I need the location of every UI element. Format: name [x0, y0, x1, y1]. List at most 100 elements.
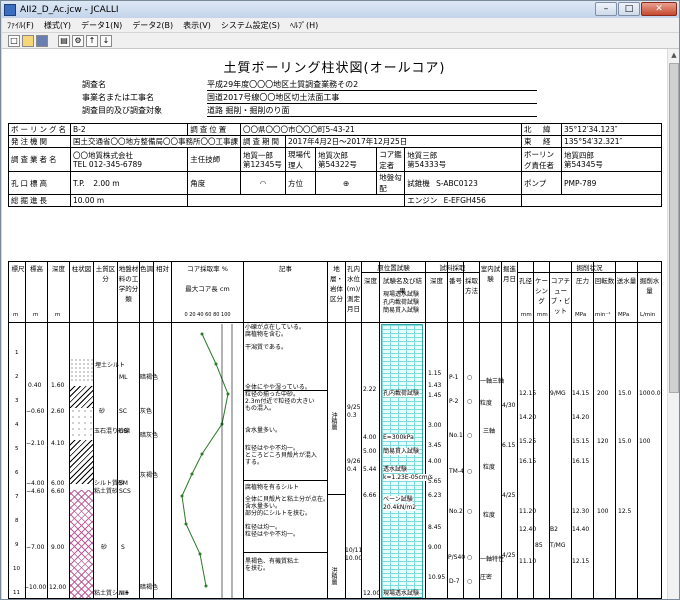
sample-method: ○	[467, 398, 473, 405]
sample-depth: 3.45	[428, 442, 442, 449]
drill-dia: 11.20	[519, 508, 537, 515]
sample-method: ○	[467, 578, 473, 585]
menu-system-settings[interactable]: システム設定(S)	[216, 18, 285, 33]
layer-code: MH	[119, 590, 129, 597]
new-doc-icon[interactable]: □	[8, 34, 20, 47]
save-icon[interactable]	[36, 34, 48, 47]
dig-date: 4/25	[502, 552, 516, 559]
water-level: 0.4	[347, 466, 357, 473]
indoor-test: 粒度	[483, 512, 496, 519]
open-folder-icon[interactable]	[22, 34, 34, 47]
core-rate-graph	[180, 324, 233, 598]
col-test-depth: 深度	[364, 277, 377, 285]
unit-label: L/min	[640, 312, 656, 318]
col-elevation: 標高	[30, 265, 43, 273]
scale-tick: 1	[15, 350, 19, 356]
company-value: 〇〇地質株式会社	[73, 150, 133, 160]
total-depth-value: 10.00 m	[69, 194, 189, 207]
up-arrow-icon[interactable]: ↑	[86, 34, 98, 47]
water-level: 0.3	[347, 412, 357, 419]
vertical-scrollbar[interactable]: ▲	[667, 49, 679, 599]
close-button[interactable]: ✕	[641, 2, 677, 16]
scale-tick: 7	[15, 494, 19, 500]
scroll-thumb[interactable]	[669, 63, 679, 393]
layer-elev: −0.60	[26, 408, 45, 415]
info-label: コア鑑定者	[376, 147, 406, 172]
app-window: AII2_D_Ac.jcw - JCALLI – □ ✕ ﾌｧｲﾙ(F) 様式(…	[0, 0, 680, 600]
col-return: 掘削水量	[639, 277, 660, 295]
site-agent-cell: 地質次郎 第54322号	[314, 147, 378, 172]
sample-no: P-1	[449, 374, 459, 381]
settings-icon[interactable]: ⚙	[72, 34, 84, 47]
scroll-up-icon[interactable]: ▲	[668, 49, 680, 61]
engine-cell: エンジン E-EFGH456	[404, 194, 522, 207]
print-icon[interactable]: ▤	[58, 34, 70, 47]
location-value: 〇〇県〇〇〇市〇〇〇町5-43-21	[240, 123, 522, 136]
drill-speed: 120	[597, 438, 609, 445]
layer-depth: 4.10	[51, 440, 65, 447]
scale-tick: 6	[15, 470, 19, 476]
menu-bar: ﾌｧｲﾙ(F) 様式(Y) データ1(N) データ2(B) 表示(V) システム…	[2, 18, 679, 33]
col-description: 記事	[279, 265, 292, 273]
desc-line: 2.3m付近で粒径の大きい	[245, 398, 315, 405]
layer-code: ML	[119, 374, 128, 381]
layer-elev: −2.10	[26, 440, 45, 447]
layer-depth: 6.60	[51, 488, 65, 495]
sample-depth: 1.15	[428, 370, 442, 377]
info-label: 方位	[285, 171, 316, 195]
longitude-value: 135°54′32.321″	[561, 135, 662, 148]
site-agent-no: 第54322号	[318, 159, 357, 169]
col-dig-date: 掘進月日	[503, 265, 516, 283]
test-name: 現場透水試験	[383, 590, 420, 597]
menu-data2[interactable]: データ2(B)	[127, 18, 178, 33]
header-value: 平成29年度〇〇〇地区土質調査業務その2	[207, 79, 537, 91]
menu-data1[interactable]: データ1(N)	[76, 18, 127, 33]
toolbar: □ ▤ ⚙ ↑ ↓	[2, 33, 679, 49]
drill-pressure: 14.40	[572, 526, 590, 533]
drill-pressure: 15.15	[572, 438, 590, 445]
layer-code: GS	[119, 428, 128, 435]
desc-line: 含水量多い。	[245, 503, 282, 510]
water-level: 9/25	[347, 404, 361, 411]
menu-format[interactable]: 様式(Y)	[39, 18, 76, 33]
unit-label: m	[55, 312, 61, 318]
col-sample-depth: 深度	[430, 277, 443, 285]
menu-file[interactable]: ﾌｧｲﾙ(F)	[2, 18, 39, 33]
test-name: E=300kPa	[383, 434, 414, 441]
col-sample-title: 試料採取	[439, 264, 466, 272]
indoor-test: 一軸三軸	[480, 378, 505, 385]
geology-label: 沖積層	[330, 412, 337, 430]
minimize-button[interactable]: –	[595, 2, 617, 16]
sample-method: ○	[467, 554, 473, 561]
company-cell: 〇〇地質株式会社 TEL 012-345-6789	[69, 147, 189, 172]
col-casing: ケーシング	[535, 277, 548, 305]
sample-depth: 5.65	[428, 478, 442, 485]
down-arrow-icon[interactable]: ↓	[100, 34, 112, 47]
menu-view[interactable]: 表示(V)	[178, 18, 216, 33]
unit-label: m	[33, 312, 39, 318]
boring-op-cell: 地質四郎 第54345号	[561, 147, 662, 172]
menu-help[interactable]: ﾍﾙﾌﾟ(H)	[285, 18, 323, 33]
layer-elev: 0.40	[28, 382, 42, 389]
boring-op-value: 地質四郎	[564, 150, 594, 160]
layer-elev: −4.60	[26, 488, 45, 495]
test-depth: 5.00	[363, 448, 377, 455]
test-list-item: 簡易貫入試験	[383, 307, 420, 314]
maximize-button[interactable]: □	[618, 2, 640, 16]
indoor-test: 粒度	[483, 464, 496, 471]
drill-pressure: 14.20	[572, 414, 590, 421]
info-label: 調査業者名	[8, 147, 71, 172]
core-cell: 地質三郎 第54333号	[404, 147, 522, 172]
scale-tick: 8	[15, 518, 19, 524]
info-label: ボーリング名	[8, 123, 71, 136]
header-value: 道路 掘削・掘削のり面	[207, 105, 537, 117]
orderer-value: 国土交通省〇〇地方整備局〇〇事務所〇〇工事課	[70, 135, 241, 148]
drill-pressure: 14.15	[572, 390, 590, 397]
drill-speed: 100	[597, 508, 609, 515]
sample-method: ○	[467, 508, 473, 515]
desc-line: する。	[245, 459, 264, 466]
indoor-test: 三軸	[483, 428, 496, 435]
scale-tick: 9	[15, 542, 19, 548]
scale-tick: 4	[15, 422, 19, 428]
layer-name: 粘土質砂	[94, 488, 119, 495]
